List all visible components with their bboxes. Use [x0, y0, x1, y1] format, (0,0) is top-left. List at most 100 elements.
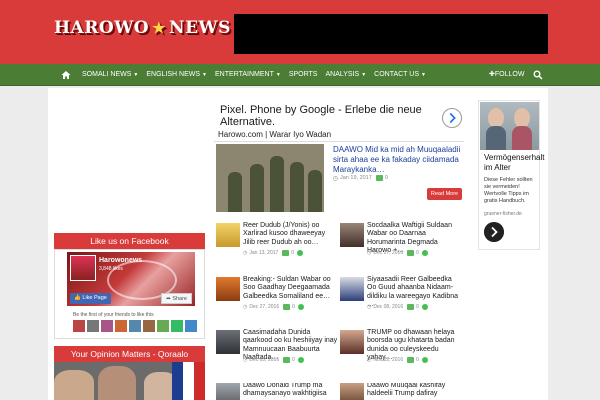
- nav-home-button[interactable]: [54, 64, 78, 86]
- whatsapp-icon[interactable]: [421, 304, 428, 310]
- person-shape: [54, 370, 94, 400]
- right-ad-banner[interactable]: Vermögenserhalt im Alter Diese Fehler so…: [478, 100, 544, 250]
- friend-avatar[interactable]: [115, 320, 127, 332]
- opinion-image[interactable]: [54, 362, 205, 400]
- post-date: Dec 27, 2016: [373, 250, 404, 256]
- feature-title-link[interactable]: DAAWO Mid ka mid ah Muuqaaladii sirta ah…: [333, 145, 463, 175]
- comment-icon: [375, 175, 383, 181]
- facebook-friends-text: Be the first of your friends to like thi…: [73, 312, 154, 318]
- comment-count[interactable]: 0: [416, 250, 419, 256]
- follow-button[interactable]: ✚FOLLOW: [489, 64, 524, 86]
- list-item[interactable]: Caasimadaha Dunida qaarkood oo ku heshii…: [216, 329, 338, 372]
- facebook-like-button[interactable]: 👍 Like Page: [70, 293, 111, 304]
- post-title-link[interactable]: Reer Dudub (J/Yonis) oo Xarlirad kusoo d…: [243, 222, 338, 247]
- feature-image[interactable]: [216, 144, 324, 212]
- caret-down-icon: ▼: [361, 72, 367, 78]
- post-meta: ◷ Dec 27, 2016 0: [243, 304, 304, 310]
- friend-avatar[interactable]: [185, 320, 197, 332]
- post-thumbnail[interactable]: [216, 277, 240, 301]
- facebook-page-avatar[interactable]: [70, 255, 96, 281]
- post-date: Nov 22, 2016: [373, 357, 404, 363]
- clock-icon: ◷: [243, 357, 248, 363]
- ad-url[interactable]: gruener-fisher.de: [484, 211, 540, 217]
- home-icon: [61, 71, 71, 79]
- ad-headline[interactable]: Vermögenserhalt im Alter: [484, 153, 544, 173]
- ad-description: Diese Fehler sollten sie vermeiden! Wert…: [484, 177, 533, 204]
- list-item[interactable]: TRUMP oo dhawaan helaya boorsda ugu khat…: [340, 329, 462, 372]
- post-thumbnail[interactable]: [340, 383, 364, 400]
- clock-icon: ◷: [243, 304, 248, 310]
- nav-item-english-news[interactable]: ENGLISH NEWS ▼: [142, 64, 211, 86]
- whatsapp-icon[interactable]: [421, 250, 428, 256]
- comment-icon: [407, 304, 415, 310]
- site-logo[interactable]: HAROWO ★ NEWS: [54, 18, 231, 38]
- facebook-page-name[interactable]: Harowonews: [99, 257, 142, 264]
- comment-count[interactable]: 0: [292, 304, 295, 310]
- whatsapp-icon[interactable]: [297, 357, 304, 363]
- header-ad-banner[interactable]: [234, 14, 548, 54]
- comment-count[interactable]: 0: [416, 304, 419, 310]
- search-icon[interactable]: [533, 70, 543, 80]
- whatsapp-icon[interactable]: [297, 250, 304, 256]
- post-date: Jan 13, 2017: [249, 250, 279, 256]
- post-thumbnail[interactable]: [216, 383, 240, 400]
- soldier-shape: [290, 162, 304, 212]
- ad-title[interactable]: Pixel. Phone by Google - Erlebe die neue…: [220, 104, 442, 128]
- comment-count[interactable]: 0: [292, 357, 295, 363]
- list-item[interactable]: Siyaasadii Reer Galbeedka Oo Guud ahaanb…: [340, 276, 462, 319]
- chevron-right-icon[interactable]: [442, 108, 462, 128]
- list-item[interactable]: Breaking:- Suldan Wabar oo Soo Gaadhay D…: [216, 276, 338, 319]
- comment-count[interactable]: 0: [291, 250, 294, 256]
- logo-left-text: HAROWO: [54, 18, 150, 38]
- post-thumbnail[interactable]: [340, 330, 364, 354]
- friend-avatar[interactable]: [171, 320, 183, 332]
- nav-item-analysis[interactable]: ANALYSIS ▼: [321, 64, 370, 86]
- list-item[interactable]: Daawo Donald Trump ma dhamaysanayo wakht…: [216, 383, 338, 400]
- friend-avatar[interactable]: [87, 320, 99, 332]
- caret-down-icon: ▼: [202, 72, 207, 78]
- nav-item-entertainment[interactable]: ENTERTAINMENT ▼: [211, 64, 285, 86]
- post-date: Dec 08, 2016: [373, 304, 404, 310]
- section-title: Harowo.com | Warar Iyo Wadan: [218, 130, 332, 139]
- caret-down-icon: ▼: [421, 72, 426, 78]
- google-ad-banner[interactable]: Pixel. Phone by Google - Erlebe die neue…: [214, 100, 464, 128]
- post-thumbnail[interactable]: [340, 223, 364, 247]
- post-thumbnail[interactable]: [340, 277, 364, 301]
- nav-item-sports[interactable]: SPORTS: [285, 64, 322, 86]
- comment-icon: [282, 250, 290, 256]
- read-more-button[interactable]: Read More: [427, 188, 462, 200]
- person-shape: [514, 108, 530, 128]
- comment-icon: [283, 304, 291, 310]
- post-title-link[interactable]: Breaking:- Suldan Wabar oo Soo Gaadhay D…: [243, 276, 338, 301]
- nav-item-somali-news[interactable]: SOMALI NEWS ▼: [78, 64, 142, 86]
- ad-image[interactable]: [480, 102, 539, 150]
- soldier-shape: [308, 170, 322, 212]
- post-title-link[interactable]: Daawo Donald Trump ma dhamaysanayo wakht…: [243, 383, 338, 399]
- whatsapp-icon[interactable]: [297, 304, 304, 310]
- comment-count[interactable]: 0: [416, 357, 419, 363]
- facebook-cover-image[interactable]: Harowonews 3,848 likes 👍 Like Page ➦ Sha…: [67, 252, 195, 306]
- friend-avatar[interactable]: [129, 320, 141, 332]
- post-meta: ◷ Dec 03, 2016 0: [243, 357, 304, 363]
- soldier-shape: [228, 172, 242, 212]
- facebook-likes-count: 3,848 likes: [99, 266, 123, 272]
- nav-menu: SOMALI NEWS ▼ ENGLISH NEWS ▼ ENTERTAINMENT…: [78, 64, 430, 86]
- list-item[interactable]: Socdaalka Waftigii Suldaan Wabar oo Daar…: [340, 222, 462, 265]
- list-item[interactable]: Reer Dudub (J/Yonis) oo Xarlirad kusoo d…: [216, 222, 338, 265]
- post-thumbnail[interactable]: [216, 223, 240, 247]
- list-item[interactable]: Daawo Muuqaal kashifay haldeelii Trump d…: [340, 383, 462, 400]
- facebook-share-button[interactable]: ➦ Share: [161, 293, 192, 304]
- chevron-right-icon[interactable]: [484, 222, 504, 242]
- whatsapp-icon[interactable]: [421, 357, 428, 363]
- post-title-link[interactable]: Daawo Muuqaal kashifay haldeelii Trump d…: [367, 383, 462, 399]
- soldier-shape: [250, 164, 264, 212]
- friend-avatar[interactable]: [101, 320, 113, 332]
- friend-avatar[interactable]: [157, 320, 169, 332]
- post-thumbnail[interactable]: [216, 330, 240, 354]
- nav-item-contact-us[interactable]: CONTACT US ▼: [370, 64, 430, 86]
- friend-avatar[interactable]: [143, 320, 155, 332]
- thumbs-up-icon: 👍: [74, 295, 81, 301]
- person-shape: [488, 108, 504, 128]
- feature-comment-count[interactable]: 0: [385, 175, 388, 181]
- friend-avatar[interactable]: [73, 320, 85, 332]
